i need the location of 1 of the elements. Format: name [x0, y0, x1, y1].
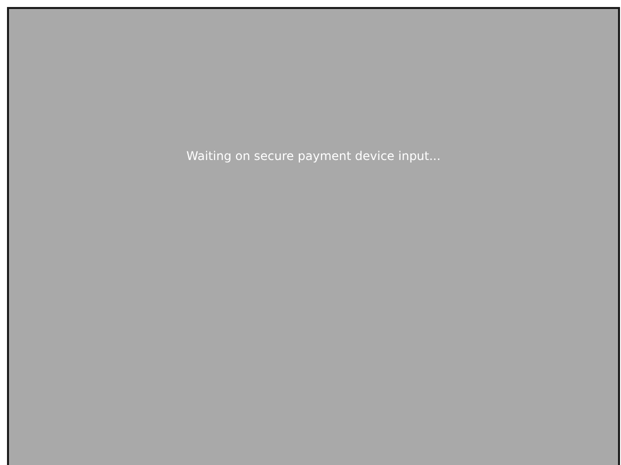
- status-message: Waiting on secure payment device input...: [186, 148, 441, 165]
